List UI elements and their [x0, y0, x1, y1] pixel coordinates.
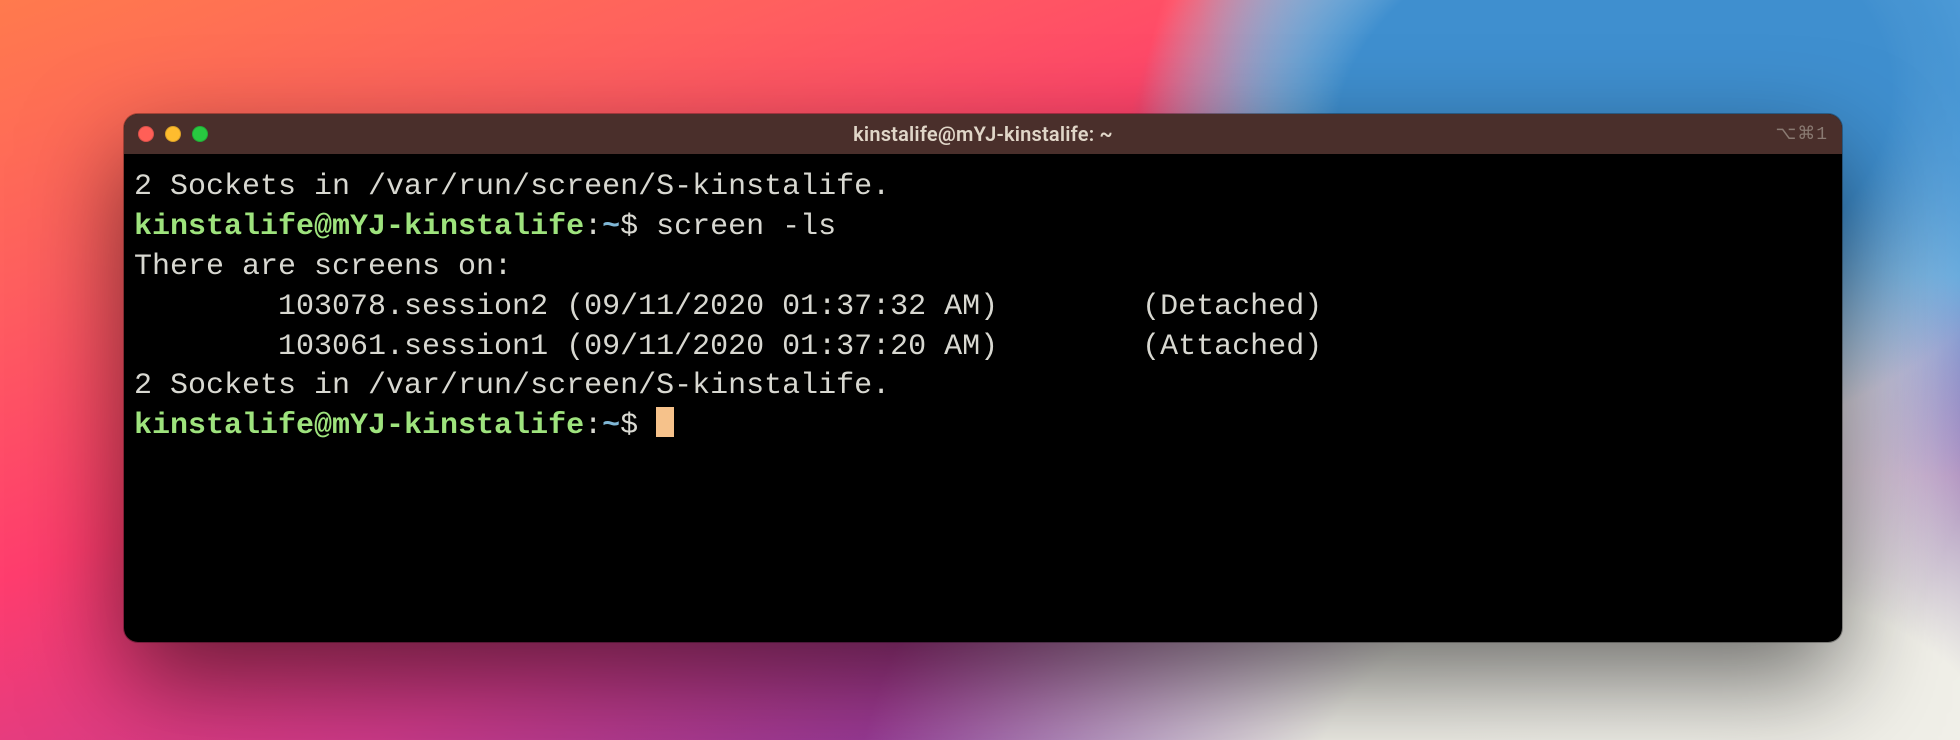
traffic-lights — [138, 126, 208, 142]
prompt-user-host: kinstalife@mYJ-kinstalife — [134, 210, 584, 244]
window-titlebar[interactable]: kinstalife@mYJ-kinstalife: ~ ⌥⌘1 — [124, 114, 1842, 154]
prompt-symbol: $ — [620, 409, 638, 443]
output-line: 2 Sockets in /var/run/screen/S-kinstalif… — [134, 369, 890, 403]
minimize-button[interactable] — [165, 126, 181, 142]
prompt-user-host: kinstalife@mYJ-kinstalife — [134, 409, 584, 443]
prompt-separator: : — [584, 210, 602, 244]
terminal-window: kinstalife@mYJ-kinstalife: ~ ⌥⌘1 2 Socke… — [124, 114, 1842, 642]
prompt-path: ~ — [602, 210, 620, 244]
output-line: 103061.session1 (09/11/2020 01:37:20 AM)… — [134, 330, 1322, 364]
window-title: kinstalife@mYJ-kinstalife: ~ — [124, 122, 1842, 146]
output-line: 103078.session2 (09/11/2020 01:37:32 AM)… — [134, 290, 1322, 324]
command-text: screen -ls — [656, 210, 836, 244]
prompt-separator: : — [584, 409, 602, 443]
desktop-wallpaper: kinstalife@mYJ-kinstalife: ~ ⌥⌘1 2 Socke… — [0, 0, 1960, 740]
terminal-body[interactable]: 2 Sockets in /var/run/screen/S-kinstalif… — [124, 154, 1842, 461]
output-line: 2 Sockets in /var/run/screen/S-kinstalif… — [134, 170, 890, 204]
prompt-symbol: $ — [620, 210, 638, 244]
prompt-path: ~ — [602, 409, 620, 443]
close-button[interactable] — [138, 126, 154, 142]
zoom-button[interactable] — [192, 126, 208, 142]
window-pane-indicator: ⌥⌘1 — [1775, 123, 1828, 145]
cursor-block — [656, 407, 674, 437]
output-line: There are screens on: — [134, 250, 512, 284]
